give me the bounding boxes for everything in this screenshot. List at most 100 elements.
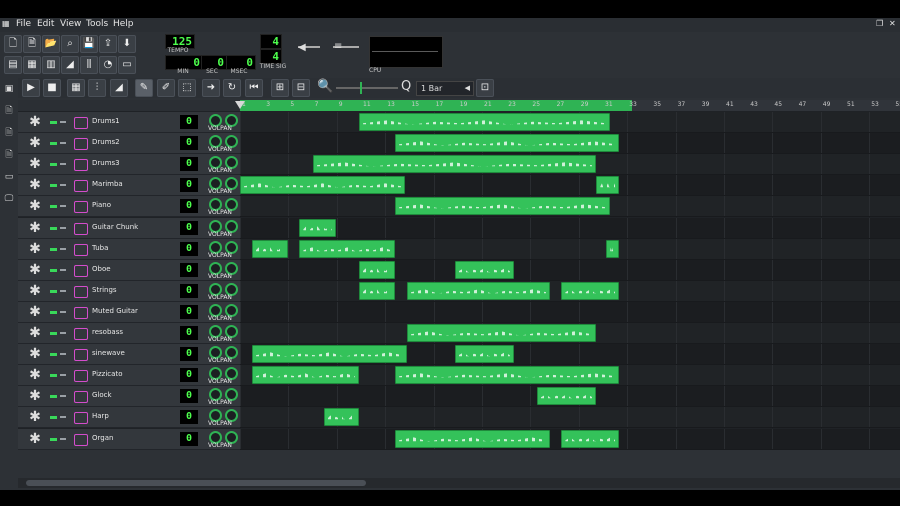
solo-toggle[interactable] xyxy=(60,438,66,440)
track-name[interactable]: Drums1 xyxy=(92,117,120,125)
pattern-clip[interactable] xyxy=(454,261,514,279)
pattern-clip[interactable] xyxy=(406,282,551,300)
instrument-plugins-icon[interactable]: ▣ xyxy=(3,83,15,95)
gear-icon[interactable]: ✱ xyxy=(27,262,43,278)
pattern-clip[interactable] xyxy=(299,240,396,258)
track-lane[interactable] xyxy=(240,218,900,239)
pattern-clip[interactable] xyxy=(358,282,396,300)
pattern-clip[interactable] xyxy=(561,430,620,448)
mute-toggle[interactable] xyxy=(50,163,57,166)
mute-toggle[interactable] xyxy=(50,438,57,441)
draw-mode-button[interactable]: ✎ xyxy=(135,79,153,97)
instrument-icon[interactable] xyxy=(74,138,88,150)
track-name[interactable]: Drums3 xyxy=(92,159,120,167)
solo-toggle[interactable] xyxy=(60,395,66,397)
instrument-icon[interactable] xyxy=(74,201,88,213)
close-icon[interactable]: ✕ xyxy=(889,19,896,28)
gear-icon[interactable]: ✱ xyxy=(27,220,43,236)
stop-button[interactable]: ■ xyxy=(43,79,61,97)
solo-toggle[interactable] xyxy=(60,205,66,207)
track-name[interactable]: Organ xyxy=(92,434,113,442)
my-presets-icon[interactable]: 🗎 xyxy=(3,149,15,161)
project-notes-icon[interactable]: ▭ xyxy=(118,56,136,74)
mute-toggle[interactable] xyxy=(50,184,57,187)
track-name[interactable]: Strings xyxy=(92,286,117,294)
track-name[interactable]: Marimba xyxy=(92,180,123,188)
track-lane[interactable] xyxy=(240,407,900,428)
track-name[interactable]: Pizzicato xyxy=(92,370,122,378)
instrument-icon[interactable] xyxy=(74,307,88,319)
track-lane[interactable] xyxy=(240,281,900,302)
menu-view[interactable]: View xyxy=(60,19,81,29)
mute-toggle[interactable] xyxy=(50,121,57,124)
gear-icon[interactable]: ✱ xyxy=(27,135,43,151)
my-projects-icon[interactable]: 🗎 xyxy=(3,105,15,117)
track-name[interactable]: Tuba xyxy=(92,244,108,252)
gear-icon[interactable]: ✱ xyxy=(27,325,43,341)
solo-toggle[interactable] xyxy=(60,311,66,313)
knife-mode-button[interactable]: ✐ xyxy=(157,79,175,97)
mute-toggle[interactable] xyxy=(50,374,57,377)
instrument-icon[interactable] xyxy=(74,286,88,298)
solo-toggle[interactable] xyxy=(60,374,66,376)
solo-toggle[interactable] xyxy=(60,248,66,250)
pattern-clip[interactable] xyxy=(251,345,407,363)
export-tracks-button[interactable]: ⬇ xyxy=(118,35,136,53)
track-lane[interactable] xyxy=(240,175,900,196)
pattern-clip[interactable] xyxy=(395,366,620,384)
mute-toggle[interactable] xyxy=(50,332,57,335)
track-lane[interactable] xyxy=(240,112,900,133)
select-mode-button[interactable]: ⬚ xyxy=(178,79,196,97)
beat-editor-icon[interactable]: ▦ xyxy=(23,56,41,74)
pattern-clip[interactable] xyxy=(240,176,405,194)
track-name[interactable]: sinewave xyxy=(92,349,125,357)
pattern-clip[interactable] xyxy=(454,345,514,363)
track-lane[interactable] xyxy=(240,429,900,450)
pattern-clip[interactable] xyxy=(299,219,336,237)
add-beat-track-button[interactable]: ▦ xyxy=(67,79,85,97)
loop-points-button[interactable]: ↻ xyxy=(223,79,241,97)
solo-toggle[interactable] xyxy=(60,269,66,271)
solo-toggle[interactable] xyxy=(60,184,66,186)
solo-toggle[interactable] xyxy=(60,142,66,144)
instrument-icon[interactable] xyxy=(74,328,88,340)
computer-icon[interactable]: 🖵 xyxy=(3,193,15,205)
gear-icon[interactable]: ✱ xyxy=(27,198,43,214)
gear-icon[interactable]: ✱ xyxy=(27,156,43,172)
solo-toggle[interactable] xyxy=(60,121,66,123)
zoom-slider-handle[interactable] xyxy=(360,82,362,94)
track-name[interactable]: Guitar Chunk xyxy=(92,223,138,231)
track-name[interactable]: resobass xyxy=(92,328,123,336)
pattern-clip[interactable] xyxy=(251,240,289,258)
instrument-icon[interactable] xyxy=(74,223,88,235)
app-menu-icon[interactable]: ▦ xyxy=(2,19,10,28)
menu-file[interactable]: File xyxy=(16,19,31,29)
play-button[interactable]: ▶ xyxy=(22,79,40,97)
track-lane[interactable] xyxy=(240,196,900,217)
open-project-button[interactable]: 📂 xyxy=(42,35,60,53)
mute-toggle[interactable] xyxy=(50,290,57,293)
track-lane[interactable] xyxy=(240,154,900,175)
add-sample-track-button[interactable]: ⫶ xyxy=(88,79,106,97)
solo-toggle[interactable] xyxy=(60,290,66,292)
menu-tools[interactable]: Tools xyxy=(86,19,108,29)
zoom-slider[interactable] xyxy=(336,82,398,94)
restore-icon[interactable]: ❐ xyxy=(876,19,883,28)
pattern-clip[interactable] xyxy=(358,261,396,279)
gear-icon[interactable]: ✱ xyxy=(27,388,43,404)
mixer-icon[interactable]: ⫼ xyxy=(80,56,98,74)
menu-help[interactable]: Help xyxy=(113,19,134,29)
snap-size-select[interactable]: 1 Bar ◀ xyxy=(416,81,474,96)
my-home-icon[interactable]: ▭ xyxy=(3,171,15,183)
gear-icon[interactable]: ✱ xyxy=(27,114,43,130)
timeline-ruler[interactable]: 1 3 5 7 9 11 13 15 17 19 21 23 25 27 29 31 33 35 37 39 41 43 4… xyxy=(235,100,900,111)
gear-icon[interactable]: ✱ xyxy=(27,409,43,425)
save-button[interactable]: 💾 xyxy=(80,35,98,53)
track-name[interactable]: Drums2 xyxy=(92,138,120,146)
gear-icon[interactable]: ✱ xyxy=(27,304,43,320)
gear-icon[interactable]: ✱ xyxy=(27,241,43,257)
instrument-icon[interactable] xyxy=(74,265,88,277)
automation-editor-icon[interactable]: ◢ xyxy=(61,56,79,74)
mute-toggle[interactable] xyxy=(50,416,57,419)
pattern-clip[interactable] xyxy=(358,113,610,131)
